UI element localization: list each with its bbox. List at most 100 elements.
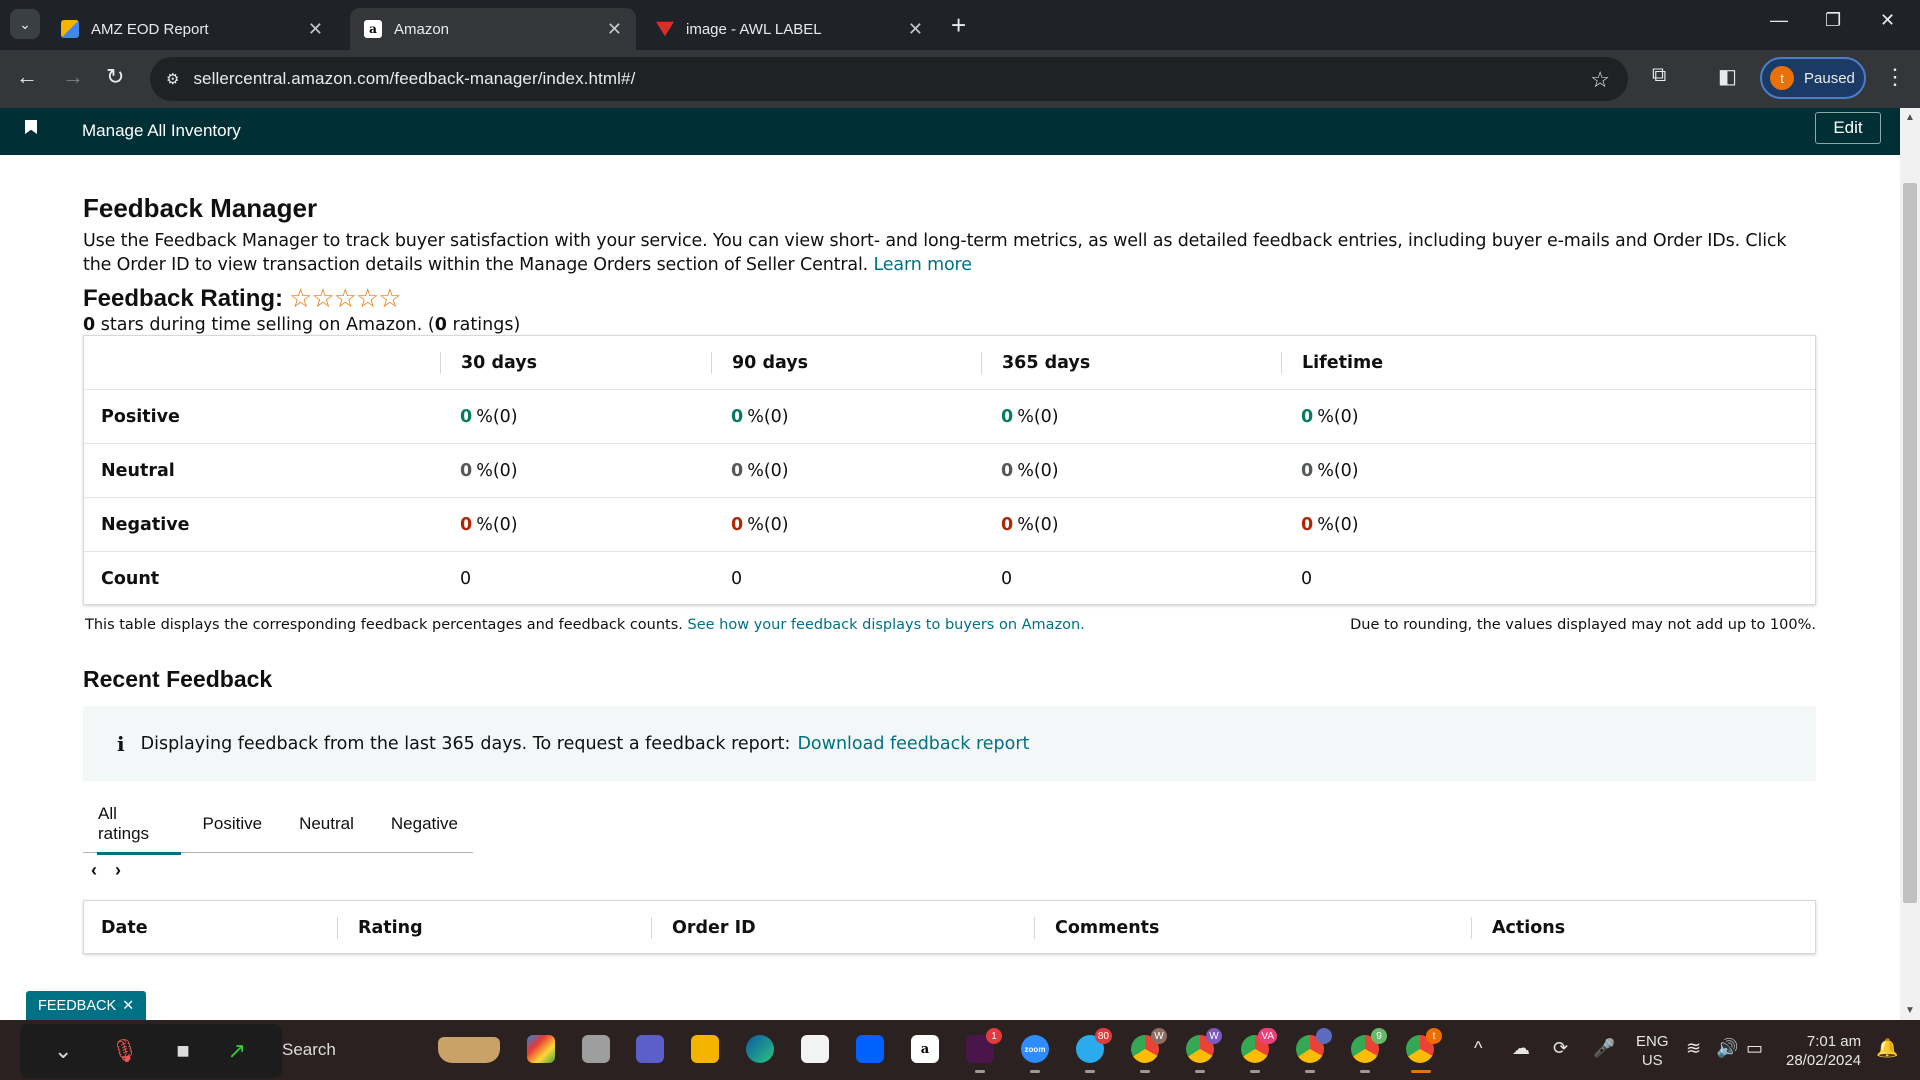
chrome-profile-w2-icon[interactable]: W [1186, 1028, 1222, 1063]
edge-icon[interactable] [746, 1035, 774, 1063]
tab-close-icon[interactable]: ✕ [308, 19, 323, 40]
column-header-comments[interactable]: Comments [1034, 917, 1159, 939]
slack-icon[interactable]: 1 [966, 1028, 1002, 1063]
extensions-puzzle-icon[interactable]: ⧉ [1652, 64, 1666, 87]
site-settings-icon[interactable]: ⚙ [166, 70, 179, 88]
close-icon[interactable]: ✕ [122, 998, 134, 1014]
window-close-icon[interactable]: ✕ [1880, 10, 1895, 31]
new-tab-plus-icon[interactable]: + [951, 10, 966, 40]
tab-search-chevron-icon[interactable]: ⌄ [10, 9, 40, 39]
chevron-right-icon[interactable]: › [115, 860, 121, 881]
copilot-icon[interactable] [527, 1035, 555, 1063]
forward-arrow-icon[interactable]: → [62, 64, 84, 90]
tab-negative[interactable]: Negative [369, 795, 473, 853]
tab-amz-eod-report[interactable]: AMZ EOD Report ✕ [47, 8, 337, 50]
row-label: Count [101, 569, 160, 589]
rating-filter-tabs: All ratings Positive Neutral Negative [83, 795, 473, 855]
amazon-app-icon[interactable]: a [911, 1035, 939, 1063]
profile-button[interactable]: t Paused [1760, 57, 1866, 99]
scroll-up-icon[interactable]: ▲ [1905, 112, 1915, 123]
chrome-profile-icon[interactable] [1296, 1028, 1332, 1063]
restore-icon[interactable]: ❐ [1825, 10, 1841, 31]
tab-neutral[interactable]: Neutral [277, 795, 369, 853]
table-note: This table displays the corresponding fe… [85, 617, 1085, 633]
teams-icon[interactable] [636, 1035, 664, 1063]
table-cell: 0 %(0) [1001, 498, 1059, 552]
tab-close-icon[interactable]: ✕ [607, 19, 622, 40]
taskbar-search[interactable]: Search [282, 1031, 508, 1069]
region-code: US [1641, 1052, 1663, 1069]
edit-button[interactable]: Edit [1815, 112, 1881, 144]
learn-more-link[interactable]: Learn more [874, 255, 972, 275]
sync-icon[interactable]: ⟳ [1553, 1038, 1568, 1059]
tab-all-ratings[interactable]: All ratings [83, 795, 181, 855]
zoom-icon[interactable]: zoom [1021, 1035, 1049, 1063]
rounding-note: Due to rounding, the values displayed ma… [1350, 617, 1816, 633]
table-cell: 0 %(0) [460, 390, 518, 444]
chrome-profile-w-icon[interactable]: W [1131, 1028, 1167, 1063]
tab-amazon[interactable]: a Amazon ✕ [350, 8, 636, 50]
onedrive-error-icon[interactable]: ☁ [1512, 1038, 1530, 1059]
feedback-display-link[interactable]: See how your feedback displays to buyers… [688, 617, 1085, 633]
chrome-profile-t-icon[interactable]: t [1406, 1028, 1442, 1063]
feedback-rating-heading: Feedback Rating: ☆☆☆☆☆ [83, 283, 402, 314]
positive-percent: 0 [731, 407, 744, 427]
feedback-button[interactable]: FEEDBACK ✕ [26, 991, 147, 1020]
clock[interactable]: 7:01 am 28/02/2024 [1786, 1032, 1861, 1070]
show-hidden-icons-chevron-up-icon[interactable]: ^ [1474, 1038, 1482, 1059]
volume-icon[interactable]: 🔊 [1716, 1038, 1738, 1059]
task-view-icon[interactable] [582, 1035, 610, 1063]
microphone-icon[interactable]: 🎤 [1593, 1038, 1615, 1059]
positive-percent: 0 [1001, 407, 1014, 427]
column-header-date[interactable]: Date [101, 917, 148, 939]
tab-awl-label[interactable]: image - AWL LABEL ✕ [642, 8, 937, 50]
percent-suffix: %(0) [1317, 515, 1359, 535]
table-cell: 0 %(0) [1301, 390, 1359, 444]
scroll-down-icon[interactable]: ▼ [1905, 1005, 1915, 1016]
minimize-icon[interactable]: — [1770, 10, 1788, 31]
browser-tab-strip: ⌄ AMZ EOD Report ✕ a Amazon ✕ image - AW… [0, 0, 1920, 50]
dropbox-icon[interactable] [856, 1035, 884, 1063]
mic-muted-icon[interactable]: 🎙 [110, 1038, 138, 1064]
table-cell: 0 %(0) [731, 498, 789, 552]
chevron-left-icon[interactable]: ‹ [91, 860, 97, 881]
scroll-thumb[interactable] [1903, 183, 1917, 903]
column-header-order-id[interactable]: Order ID [651, 917, 756, 939]
pagination: ‹ › [91, 860, 121, 881]
percent-suffix: %(0) [747, 461, 789, 481]
table-header-row: 30 days 90 days 365 days Lifetime [84, 336, 1815, 390]
profile-badge: W [1206, 1028, 1222, 1044]
address-bar[interactable]: ⚙ sellercentral.amazon.com/feedback-mana… [150, 57, 1628, 101]
battery-icon[interactable]: ▭ [1746, 1038, 1763, 1059]
manage-all-inventory-link[interactable]: Manage All Inventory [82, 121, 241, 141]
chrome-profile-va-icon[interactable]: VA [1241, 1028, 1277, 1063]
percent-suffix: %(0) [1317, 407, 1359, 427]
notifications-bell-icon[interactable]: 🔔 [1876, 1038, 1898, 1059]
chrome-menu-icon[interactable]: ⋮ [1884, 64, 1906, 90]
telegram-icon[interactable]: 80 [1076, 1028, 1112, 1063]
camera-icon[interactable]: ■ [176, 1038, 189, 1064]
wifi-icon[interactable]: ≋ [1686, 1038, 1701, 1059]
back-arrow-icon[interactable]: ← [16, 64, 38, 90]
percent-suffix: %(0) [747, 515, 789, 535]
chevron-down-icon[interactable]: ⌄ [54, 1038, 72, 1064]
file-explorer-icon[interactable] [691, 1035, 719, 1063]
microsoft-store-icon[interactable] [801, 1035, 829, 1063]
row-label: Negative [101, 515, 190, 535]
chrome-profile-9-icon[interactable]: 9 [1351, 1028, 1387, 1063]
url-text[interactable]: sellercentral.amazon.com/feedback-manage… [193, 69, 635, 89]
reload-icon[interactable]: ↻ [106, 64, 124, 90]
running-indicator [975, 1070, 985, 1073]
column-header-rating[interactable]: Rating [337, 917, 423, 939]
tab-close-icon[interactable]: ✕ [908, 19, 923, 40]
bookmark-star-icon[interactable]: ☆ [1590, 67, 1610, 93]
bookmark-icon[interactable] [25, 120, 37, 134]
download-feedback-report-link[interactable]: Download feedback report [797, 734, 1029, 754]
side-panel-icon[interactable]: ◧ [1718, 64, 1737, 89]
share-screen-icon[interactable]: ↗ [228, 1038, 246, 1064]
tab-title: Amazon [394, 20, 450, 38]
page-scrollbar[interactable]: ▲ ▼ [1900, 108, 1920, 1020]
table-cell: 0 %(0) [1301, 444, 1359, 498]
tab-positive[interactable]: Positive [181, 795, 278, 853]
language-indicator[interactable]: ENG US [1636, 1032, 1669, 1070]
